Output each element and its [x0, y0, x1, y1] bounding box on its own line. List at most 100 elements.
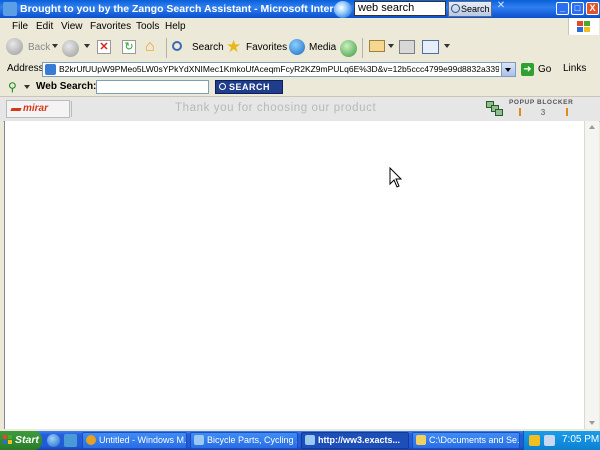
- web-search-input[interactable]: [96, 80, 209, 94]
- windows-logo: [568, 18, 599, 36]
- address-url[interactable]: B2krUfUUpW9PMeo5LW0sYPkYdXNIMec1KmkoUfAc…: [59, 64, 499, 74]
- menu-file[interactable]: File: [12, 21, 28, 32]
- back-button[interactable]: Back: [6, 38, 58, 58]
- ie-page-icon: [305, 435, 315, 445]
- folder-icon: [416, 435, 426, 445]
- popup-blocker-bar-right: [566, 108, 568, 116]
- start-button[interactable]: Start: [0, 431, 42, 450]
- task-label: http://ww3.exacts...: [318, 435, 401, 445]
- quicklaunch-desktop-icon[interactable]: [64, 434, 77, 447]
- address-bar: Address B2krUfUUpW9PMeo5LW0sYPkYdXNIMec1…: [0, 61, 600, 79]
- popup-blocker-count: 3: [540, 108, 546, 117]
- refresh-button[interactable]: ↻: [122, 40, 136, 54]
- page-icon: [45, 64, 56, 75]
- mail-icon[interactable]: [369, 40, 385, 52]
- media-globe-icon: [289, 39, 305, 55]
- task-bicycle-parts[interactable]: Bicycle Parts, Cycling ...: [190, 432, 298, 449]
- search-assistant-icon: [334, 1, 352, 18]
- menu-bar: File Edit View Favorites Tools Help: [0, 18, 600, 36]
- tray-messenger-icon[interactable]: [529, 435, 540, 446]
- toolbar-separator: [166, 38, 167, 58]
- forward-button[interactable]: [62, 40, 79, 57]
- search-assistant-close-icon[interactable]: ✕: [495, 0, 507, 12]
- windows-flag-icon: [3, 435, 13, 445]
- web-search-toolbar: ⚲ Web Search: SEARCH: [0, 78, 600, 97]
- close-button[interactable]: X: [586, 2, 599, 15]
- taskbar: Start Untitled - Windows M... Bicycle Pa…: [0, 431, 600, 450]
- popup-blocker-label: POPUP BLOCKER: [509, 99, 574, 106]
- menu-help[interactable]: Help: [165, 21, 186, 32]
- web-search-button[interactable]: SEARCH: [215, 80, 283, 94]
- media-player-icon: [86, 435, 96, 445]
- media-button[interactable]: Media: [289, 38, 337, 58]
- menu-view[interactable]: View: [61, 21, 83, 32]
- favorites-label: Favorites: [246, 42, 288, 53]
- magnifier-icon: [451, 4, 460, 13]
- tray-network-icon[interactable]: [544, 435, 555, 446]
- go-label: Go: [538, 64, 552, 75]
- home-button[interactable]: ⌂: [145, 39, 162, 55]
- scroll-down-icon[interactable]: [589, 421, 595, 425]
- search-assistant-input[interactable]: web search: [354, 1, 446, 16]
- vertical-scrollbar[interactable]: [584, 121, 599, 429]
- edit-icon[interactable]: [422, 40, 439, 54]
- menu-tools[interactable]: Tools: [136, 21, 159, 32]
- mirar-message: Thank you for choosing our product: [175, 102, 377, 114]
- search-label: Search: [192, 42, 224, 53]
- quicklaunch-ie-icon[interactable]: [47, 434, 60, 447]
- scroll-up-icon[interactable]: [589, 125, 595, 129]
- ie-icon: [3, 2, 17, 16]
- favorites-button[interactable]: ★ Favorites: [226, 37, 288, 58]
- go-arrow-icon: ➜: [521, 63, 534, 76]
- task-windows-media[interactable]: Untitled - Windows M...: [82, 432, 187, 449]
- history-icon[interactable]: [340, 40, 357, 57]
- window-title: Brought to you by the Zango Search Assis…: [20, 3, 350, 15]
- web-search-label: Web Search:: [36, 81, 97, 92]
- menu-favorites[interactable]: Favorites: [90, 21, 131, 32]
- ie-page-icon: [194, 435, 204, 445]
- mirar-logo-text: mirar: [23, 103, 49, 114]
- search-assistant-button-label: Search: [461, 4, 490, 14]
- back-arrow-icon: [6, 38, 23, 55]
- popup-blocker-icon[interactable]: [486, 101, 503, 116]
- search-button[interactable]: Search: [172, 38, 224, 58]
- address-field[interactable]: B2krUfUUpW9PMeo5LW0sYPkYdXNIMec1KmkoUfAc…: [42, 62, 516, 77]
- mouse-cursor-icon: [389, 167, 403, 188]
- back-label: Back: [28, 42, 51, 53]
- mirar-swoosh-icon: [10, 108, 22, 111]
- task-label: Untitled - Windows M...: [99, 435, 187, 445]
- mirar-separator: [71, 101, 72, 117]
- web-search-dropdown-icon[interactable]: [24, 85, 30, 89]
- menu-edit[interactable]: Edit: [36, 21, 53, 32]
- print-icon[interactable]: [399, 40, 415, 54]
- task-exacts[interactable]: http://ww3.exacts...: [301, 432, 409, 449]
- maximize-button[interactable]: □: [571, 2, 584, 15]
- windows-flag-icon: [577, 21, 590, 33]
- task-label: Bicycle Parts, Cycling ...: [207, 435, 298, 445]
- title-bar[interactable]: Brought to you by the Zango Search Assis…: [0, 0, 600, 18]
- links-button[interactable]: Links: [563, 63, 586, 74]
- mail-dropdown-icon[interactable]: [388, 44, 394, 48]
- task-label: C:\Documents and Se...: [429, 435, 520, 445]
- page-content[interactable]: [4, 121, 585, 429]
- task-documents-folder[interactable]: C:\Documents and Se...: [412, 432, 520, 449]
- go-button[interactable]: ➜ Go: [521, 62, 555, 77]
- system-tray: 7:05 PM: [523, 431, 600, 450]
- star-icon: ★: [226, 37, 242, 56]
- minimize-button[interactable]: _: [556, 2, 569, 15]
- edit-dropdown-icon[interactable]: [444, 44, 450, 48]
- web-search-logo-icon[interactable]: ⚲: [8, 81, 20, 93]
- stop-button[interactable]: ✕: [97, 40, 111, 54]
- search-icon: [172, 41, 182, 51]
- address-label: Address: [7, 63, 44, 74]
- clock: 7:05 PM: [562, 434, 600, 445]
- start-label: Start: [15, 434, 39, 446]
- media-label: Media: [309, 42, 337, 53]
- window-left-border: [0, 121, 3, 429]
- back-dropdown-icon[interactable]: [52, 44, 58, 48]
- address-dropdown-icon[interactable]: [501, 63, 515, 76]
- mirar-toolbar: mirar Thank you for choosing our product…: [0, 97, 600, 122]
- forward-dropdown-icon[interactable]: [84, 44, 90, 48]
- search-assistant-button[interactable]: Search: [448, 1, 492, 17]
- mirar-logo[interactable]: mirar: [6, 100, 70, 118]
